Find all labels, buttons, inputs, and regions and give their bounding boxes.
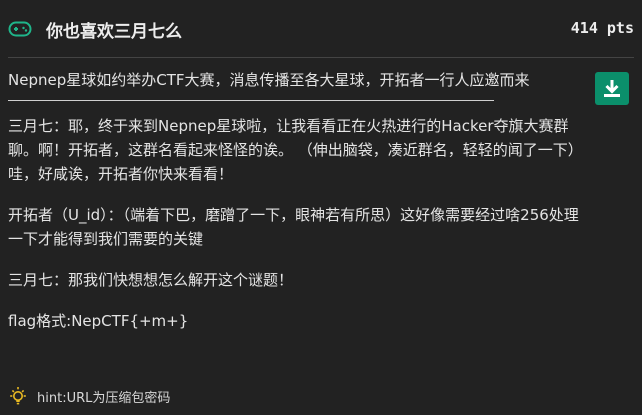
header-divider	[8, 57, 634, 58]
download-icon	[604, 80, 620, 97]
challenge-title: 你也喜欢三月七么	[46, 22, 182, 42]
lightbulb-icon	[10, 387, 26, 405]
gamepad-icon	[8, 21, 32, 37]
download-button[interactable]	[595, 72, 629, 105]
dash-separator	[8, 100, 494, 102]
hint-text: hint:URL为压缩包密码	[37, 390, 171, 406]
description-paragraph: 开拓者（U_id）：（端着下巴，磨蹭了一下，眼神若有所思）这好像需要经过啥256…	[8, 206, 579, 248]
challenge-description: Nepnep星球如约举办CTF大赛，消息传播至各大星球，开拓者一行人应邀而来 三…	[8, 68, 588, 350]
description-paragraph: 三月七：耶，终于来到Nepnep星球啦，让我看看正在火热进行的Hacker夺旗大…	[8, 117, 583, 183]
description-paragraph: 三月七：那我们快想想怎么解开这个谜题！	[8, 271, 294, 289]
intro-block: Nepnep星球如约举办CTF大赛，消息传播至各大星球，开拓者一行人应邀而来	[8, 68, 588, 102]
challenge-header: 你也喜欢三月七么 414 pts	[0, 0, 642, 58]
intro-text: Nepnep星球如约举办CTF大赛，消息传播至各大星球，开拓者一行人应邀而来	[8, 71, 530, 89]
hint-row[interactable]: hint:URL为压缩包密码	[8, 384, 170, 408]
flag-format: flag格式:NepCTF{+m+}	[8, 312, 189, 330]
challenge-points: 414 pts	[570, 19, 634, 37]
